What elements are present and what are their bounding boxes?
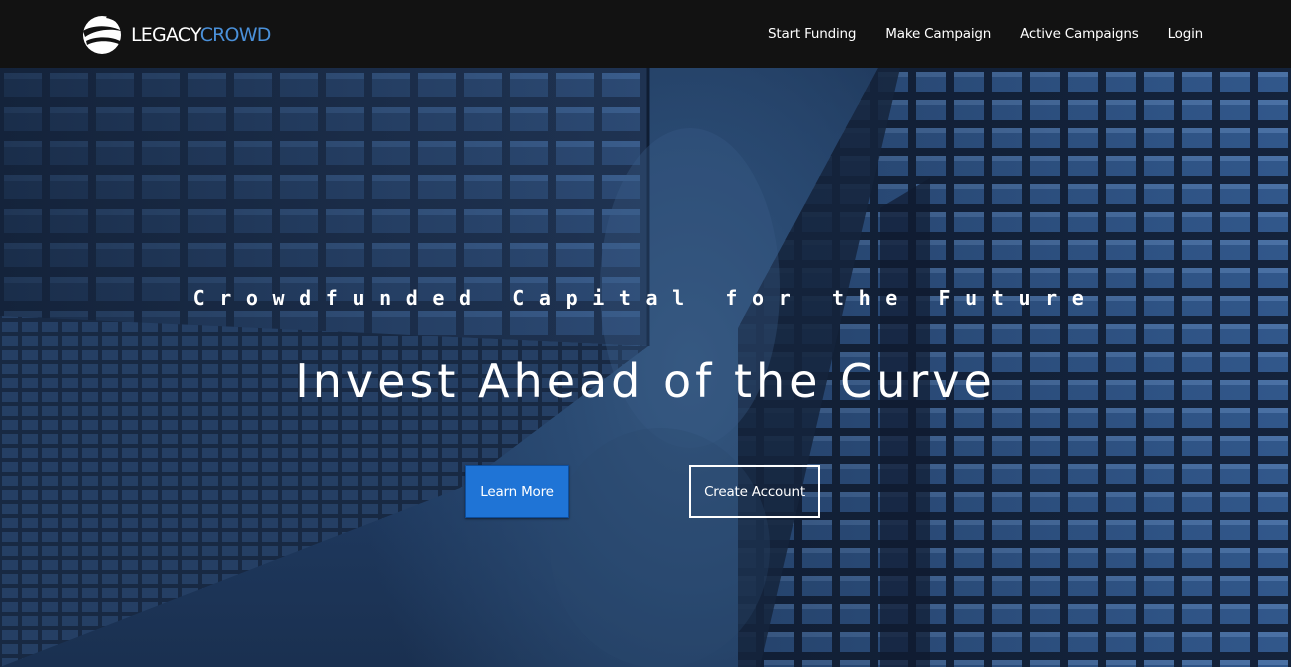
globe-logo-icon [83,15,124,54]
hero-headline: Invest Ahead of the Curve [295,354,996,408]
create-account-button[interactable]: Create Account [689,465,820,518]
brand-name-part2: CROWD [199,23,272,46]
nav-make-campaign[interactable]: Make Campaign [885,26,991,42]
nav-start-funding[interactable]: Start Funding [768,26,856,42]
brand-name-part1: LEGACY [131,23,200,46]
top-navbar: LEGACYCROWD Start Funding Make Campaign … [0,0,1291,68]
brand-wordmark: LEGACYCROWD [131,24,271,45]
hero-tagline: Crowdfunded Capital for the Future [192,286,1099,310]
brand-logo[interactable]: LEGACYCROWD [80,11,271,57]
hero-section: Crowdfunded Capital for the Future Inves… [0,68,1291,667]
nav-login[interactable]: Login [1168,26,1204,42]
nav-active-campaigns[interactable]: Active Campaigns [1020,26,1139,42]
nav-menu: Start Funding Make Campaign Active Campa… [739,0,1203,68]
learn-more-button[interactable]: Learn More [465,465,569,518]
